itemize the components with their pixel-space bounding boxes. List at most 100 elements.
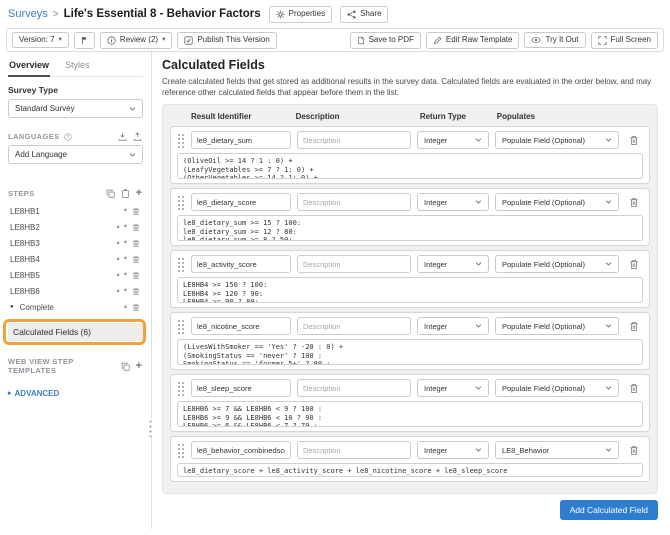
add-step-button[interactable]: + (135, 188, 143, 199)
column-return-type: Return Type (419, 112, 466, 121)
description-input[interactable] (297, 255, 411, 273)
drag-handle-icon[interactable] (177, 442, 185, 458)
add-calculated-field-button[interactable]: Add Calculated Field (559, 500, 658, 520)
page-title: Life's Essential 8 - Behavior Factors (63, 8, 261, 20)
delete-field-button[interactable] (625, 131, 643, 149)
field-expression-editor[interactable]: (LivesWithSmoker == 'Yes' ? -20 : 0) + (… (177, 339, 643, 365)
move-down-icon[interactable]: ▾ (124, 223, 127, 231)
try-it-out-button[interactable]: Try It Out (524, 31, 586, 49)
result-identifier-input[interactable] (191, 193, 291, 211)
populates-select[interactable]: Populate Field (Optional) (495, 379, 619, 397)
tab-overview[interactable]: Overview (8, 57, 51, 77)
move-down-icon[interactable]: ▾ (124, 239, 127, 247)
delete-step-button[interactable] (131, 223, 141, 232)
survey-type-select[interactable]: Standard Survey (8, 99, 143, 118)
breadcrumb-surveys-link[interactable]: Surveys (8, 8, 48, 20)
share-button[interactable]: Share (340, 5, 389, 23)
populates-select[interactable]: Populate Field (Optional) (495, 255, 619, 273)
save-to-pdf-button[interactable]: Save to PDF (349, 31, 421, 49)
delete-field-button[interactable] (625, 317, 643, 335)
import-languages-button[interactable] (132, 132, 143, 141)
section-title: Calculated Fields (162, 58, 265, 72)
drag-handle-icon[interactable] (177, 256, 185, 272)
full-screen-button[interactable]: Full Screen (590, 31, 658, 49)
sidebar-item-step-le8hb5[interactable]: LE8HB5 ▴ ▾ (8, 267, 143, 283)
move-down-icon[interactable]: ▾ (124, 255, 127, 263)
delete-field-button[interactable] (625, 379, 643, 397)
return-type-select[interactable]: Integer (417, 193, 489, 211)
field-expression-editor[interactable]: (OliveOil >= 14 ? 1 : 0) + (LeafyVegetab… (177, 153, 643, 179)
properties-button[interactable]: Properties (268, 5, 333, 23)
result-identifier-input[interactable] (191, 441, 291, 459)
result-identifier-input[interactable] (191, 131, 291, 149)
delete-step-button[interactable] (131, 255, 141, 264)
advanced-toggle[interactable]: ▸ ADVANCED (8, 389, 143, 398)
drag-handle-icon[interactable] (177, 132, 185, 148)
return-type-select[interactable]: Integer (417, 131, 489, 149)
sidebar-item-step-le8hb3[interactable]: LE8HB3 ▴ ▾ (8, 235, 143, 251)
delete-step-button[interactable] (131, 287, 141, 296)
add-language-select[interactable]: Add Language (8, 145, 143, 164)
populates-select[interactable]: LE8_Behavior (495, 441, 619, 459)
move-up-icon[interactable]: ▴ (116, 223, 119, 231)
sidebar-item-step-complete[interactable]: ● Complete ▴ (8, 299, 143, 315)
move-down-icon[interactable]: ▾ (124, 271, 127, 279)
result-identifier-input[interactable] (191, 317, 291, 335)
paste-steps-button[interactable] (120, 189, 131, 198)
drag-handle-icon[interactable] (177, 318, 185, 334)
copy-template-button[interactable] (120, 362, 131, 371)
populates-select[interactable]: Populate Field (Optional) (495, 131, 619, 149)
copy-steps-button[interactable] (105, 189, 116, 198)
delete-field-button[interactable] (625, 441, 643, 459)
return-type-select[interactable]: Integer (417, 255, 489, 273)
drag-handle-icon[interactable] (177, 194, 185, 210)
field-expression-editor[interactable]: le8_dietary_score + le8_activity_score +… (177, 463, 643, 477)
result-identifier-input[interactable] (191, 255, 291, 273)
return-type-select[interactable]: Integer (417, 379, 489, 397)
return-type-select[interactable]: Integer (417, 441, 489, 459)
move-up-icon[interactable]: ▴ (124, 303, 127, 311)
description-input[interactable] (297, 131, 411, 149)
export-languages-button[interactable] (117, 132, 128, 141)
populates-value: Populate Field (Optional) (502, 259, 585, 269)
result-identifier-input[interactable] (191, 379, 291, 397)
sidebar-item-step-le8hb2[interactable]: LE8HB2 ▴ ▾ (8, 219, 143, 235)
publish-version-button[interactable]: Publish This Version (177, 31, 277, 49)
move-up-icon[interactable]: ▴ (116, 271, 119, 279)
description-input[interactable] (297, 379, 411, 397)
delete-step-button[interactable] (131, 207, 141, 216)
review-dropdown[interactable]: Review (2) ▾ (99, 31, 173, 49)
tab-styles[interactable]: Styles (64, 57, 91, 76)
sidebar-item-step-le8hb1[interactable]: LE8HB1 ▾ (8, 203, 143, 219)
version-dropdown[interactable]: Version: 7 ▾ (12, 31, 69, 49)
delete-step-button[interactable] (131, 239, 141, 248)
delete-field-button[interactable] (625, 255, 643, 273)
move-up-icon[interactable]: ▴ (116, 255, 119, 263)
populates-select[interactable]: Populate Field (Optional) (495, 193, 619, 211)
description-input[interactable] (297, 317, 411, 335)
move-up-icon[interactable]: ▴ (116, 239, 119, 247)
sidebar-item-step-le8hb6[interactable]: LE8HB6 ▴ ▾ (8, 283, 143, 299)
move-up-icon[interactable]: ▴ (116, 287, 119, 295)
populates-select[interactable]: Populate Field (Optional) (495, 317, 619, 335)
flag-version-button[interactable] (73, 31, 95, 49)
delete-step-button[interactable] (131, 303, 141, 312)
drag-handle-icon[interactable] (177, 380, 185, 396)
add-template-button[interactable]: + (135, 360, 143, 372)
step-label: Complete (19, 302, 54, 312)
delete-step-button[interactable] (131, 271, 141, 280)
description-input[interactable] (297, 441, 411, 459)
description-input[interactable] (297, 193, 411, 211)
move-down-icon[interactable]: ▾ (124, 207, 127, 215)
check-square-icon (184, 35, 193, 45)
sidebar-resize-handle[interactable] (148, 419, 154, 437)
sidebar-item-step-le8hb4[interactable]: LE8HB4 ▴ ▾ (8, 251, 143, 267)
return-type-select[interactable]: Integer (417, 317, 489, 335)
field-expression-editor[interactable]: le8_dietary_sum >= 15 ? 100: le8_dietary… (177, 215, 643, 241)
move-down-icon[interactable]: ▾ (124, 287, 127, 295)
field-expression-editor[interactable]: LE8HB4 >= 150 ? 100: LE8HB4 >= 120 ? 90:… (177, 277, 643, 303)
field-expression-editor[interactable]: LE8HB6 >= 7 && LE8HB6 < 9 ? 100 : LE8HB6… (177, 401, 643, 427)
delete-field-button[interactable] (625, 193, 643, 211)
edit-raw-template-button[interactable]: Edit Raw Template (425, 31, 520, 49)
sidebar-item-calculated-fields[interactable]: Calculated Fields (6) (3, 319, 146, 345)
